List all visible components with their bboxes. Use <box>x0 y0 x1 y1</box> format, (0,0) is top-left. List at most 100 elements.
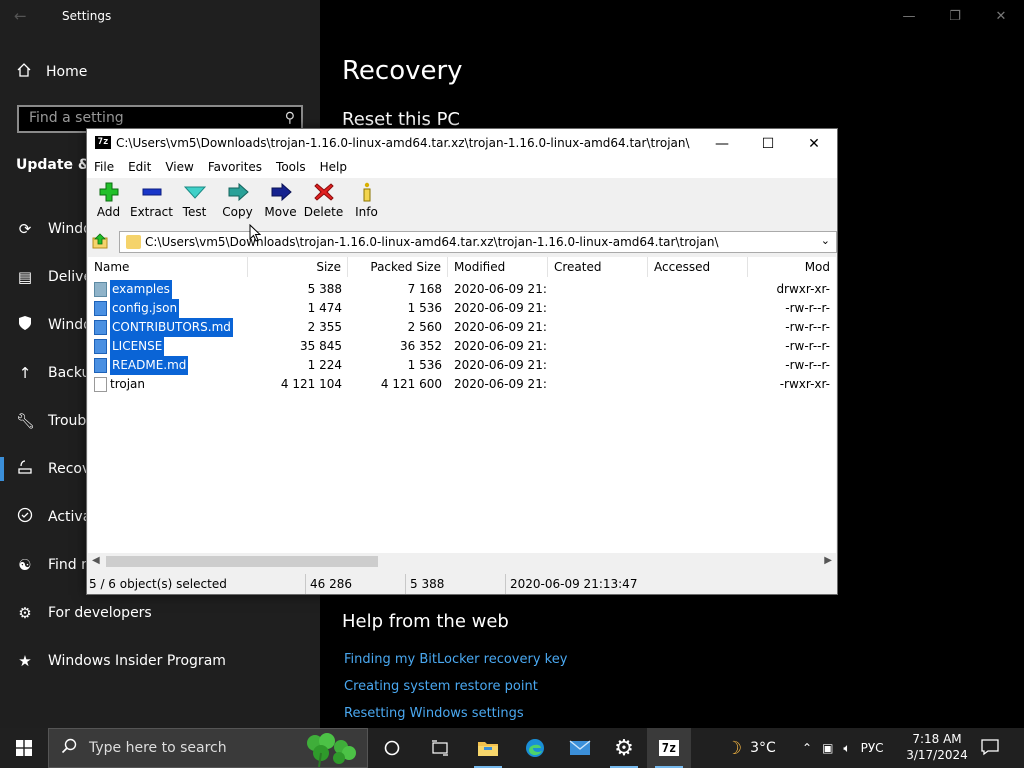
table-row[interactable]: trojan 4 121 104 4 121 600 2020-06-09 21… <box>88 375 836 394</box>
settings-home-link[interactable]: Home <box>16 62 87 82</box>
table-row[interactable]: examples 5 388 7 168 2020-06-09 21:13 dr… <box>88 280 836 299</box>
close-icon[interactable]: ✕ <box>978 0 1024 32</box>
scrollbar-thumb[interactable] <box>106 556 378 567</box>
test-button[interactable]: Test <box>173 179 216 227</box>
mail-button[interactable] <box>558 728 602 768</box>
start-button[interactable] <box>0 728 48 768</box>
file-packed-size: 36 352 <box>400 339 442 353</box>
status-bar: 5 / 6 object(s) selected 46 286 5 388 20… <box>87 574 837 594</box>
file-modified: 2020-06-09 21:13 <box>454 301 548 315</box>
input-language[interactable]: РУС <box>861 741 884 755</box>
restore-icon[interactable]: ❐ <box>932 0 978 32</box>
file-mode: -rw-r--r- <box>785 301 830 315</box>
edge-button[interactable] <box>513 728 557 768</box>
column-size[interactable]: Size <box>248 257 348 277</box>
settings-taskbar-button[interactable]: ⚙ <box>602 728 646 768</box>
menu-file[interactable]: File <box>87 158 121 178</box>
copy-button[interactable]: Copy <box>216 179 259 227</box>
column-accessed[interactable]: Accessed <box>648 257 748 277</box>
info-button[interactable]: Info <box>345 179 388 227</box>
file-mode: -rw-r--r- <box>785 339 830 353</box>
sevenzip-toolbar: Add Extract Test Copy Move Delete Info <box>87 179 837 227</box>
nav-item-insider[interactable]: ★ Windows Insider Program <box>0 637 320 685</box>
volume-muted-icon[interactable]: 🔈︎ <box>843 741 850 756</box>
network-icon[interactable]: ▣ <box>822 741 833 755</box>
task-view-button[interactable] <box>418 728 462 768</box>
help-link-bitlocker[interactable]: Finding my BitLocker recovery key <box>344 652 567 667</box>
cortana-button[interactable] <box>370 728 414 768</box>
add-label: Add <box>96 205 121 219</box>
file-size: 2 355 <box>307 320 342 334</box>
table-row[interactable]: LICENSE 35 845 36 352 2020-06-09 21:13 -… <box>88 337 836 356</box>
back-arrow-icon[interactable]: ← <box>14 7 27 25</box>
file-icon <box>94 320 107 335</box>
file-packed-size: 7 168 <box>407 282 442 296</box>
add-button[interactable]: Add <box>87 179 130 227</box>
menu-favorites[interactable]: Favorites <box>201 158 269 178</box>
up-folder-icon[interactable] <box>92 233 108 249</box>
file-size: 1 224 <box>307 358 342 372</box>
column-modified[interactable]: Modified <box>448 257 548 277</box>
minimize-icon[interactable]: — <box>886 0 932 32</box>
status-focused-size: 5 388 <box>410 577 445 591</box>
menu-help[interactable]: Help <box>313 158 354 178</box>
status-selection: 5 / 6 object(s) selected <box>89 577 227 591</box>
minimize-icon[interactable]: — <box>699 129 745 158</box>
file-mode: drwxr-xr- <box>776 282 830 296</box>
status-total-size: 46 286 <box>310 577 352 591</box>
file-rows: examples 5 388 7 168 2020-06-09 21:13 dr… <box>88 280 836 394</box>
nav-item-for-developers[interactable]: ⚙ For developers <box>0 589 320 637</box>
chevron-down-icon[interactable]: ⌄ <box>821 234 830 247</box>
chevron-up-icon[interactable]: ⌃ <box>802 741 812 755</box>
file-list: Name Size Packed Size Modified Created A… <box>88 257 836 553</box>
copy-arrow-icon <box>228 182 249 202</box>
sevenzip-taskbar-button[interactable]: 7z <box>647 728 691 768</box>
move-button[interactable]: Move <box>259 179 302 227</box>
help-link-restore-point[interactable]: Creating system restore point <box>344 679 538 694</box>
scroll-left-icon[interactable]: ◀ <box>92 555 100 566</box>
test-label: Test <box>182 205 207 219</box>
address-bar: C:\Users\vm5\Downloads\trojan-1.16.0-lin… <box>87 229 837 255</box>
clock[interactable]: 7:18 AM 3/17/2024 <box>904 731 970 763</box>
copy-label: Copy <box>222 205 253 219</box>
menu-edit[interactable]: Edit <box>121 158 158 178</box>
search-icon <box>61 738 77 758</box>
table-row[interactable]: CONTRIBUTORS.md 2 355 2 560 2020-06-09 2… <box>88 318 836 337</box>
scroll-right-icon[interactable]: ▶ <box>824 555 832 566</box>
sevenzip-logo: 7z <box>95 136 111 149</box>
column-mode[interactable]: Mod <box>748 257 836 277</box>
horizontal-scrollbar[interactable]: ◀ ▶ <box>88 553 836 570</box>
table-row[interactable]: config.json 1 474 1 536 2020-06-09 21:13… <box>88 299 836 318</box>
help-heading: Help from the web <box>342 611 509 632</box>
file-packed-size: 1 536 <box>407 358 442 372</box>
mouse-cursor-icon <box>249 224 261 242</box>
column-name[interactable]: Name <box>88 257 248 277</box>
address-input[interactable]: C:\Users\vm5\Downloads\trojan-1.16.0-lin… <box>119 231 837 253</box>
delete-button[interactable]: Delete <box>302 179 345 227</box>
weather-widget[interactable]: ☽ 3°C <box>726 728 776 768</box>
table-row[interactable]: README.md 1 224 1 536 2020-06-09 21:13 -… <box>88 356 836 375</box>
info-icon <box>363 182 370 202</box>
menu-view[interactable]: View <box>158 158 200 178</box>
sevenzip-title: C:\Users\vm5\Downloads\trojan-1.16.0-lin… <box>116 136 690 150</box>
file-modified: 2020-06-09 21:13 <box>454 339 548 353</box>
menu-tools[interactable]: Tools <box>269 158 313 178</box>
notification-center-button[interactable] <box>980 738 1000 760</box>
maximize-icon[interactable]: ☐ <box>745 129 791 158</box>
taskbar-search-box[interactable]: Type here to search <box>48 728 368 768</box>
minus-icon <box>142 188 161 196</box>
close-icon[interactable]: ✕ <box>791 129 837 158</box>
sevenzip-titlebar[interactable]: 7z C:\Users\vm5\Downloads\trojan-1.16.0-… <box>87 129 837 158</box>
file-explorer-button[interactable] <box>466 728 510 768</box>
taskbar-search-placeholder: Type here to search <box>89 740 227 756</box>
extract-button[interactable]: Extract <box>130 179 173 227</box>
column-created[interactable]: Created <box>548 257 648 277</box>
folder-icon <box>126 235 141 249</box>
address-path: C:\Users\vm5\Downloads\trojan-1.16.0-lin… <box>145 235 719 249</box>
folder-icon <box>478 742 498 756</box>
column-packed-size[interactable]: Packed Size <box>348 257 448 277</box>
help-link-reset-settings[interactable]: Resetting Windows settings <box>344 706 524 721</box>
file-mode: -rw-r--r- <box>785 320 830 334</box>
file-name: config.json <box>110 299 180 318</box>
settings-titlebar: ← Settings <box>0 0 320 32</box>
